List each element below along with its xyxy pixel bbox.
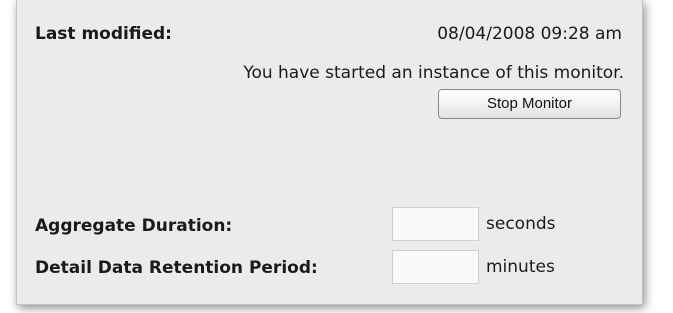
detail-retention-unit: minutes: [486, 257, 555, 277]
last-modified-value: 08/04/2008 09:28 am: [437, 24, 622, 44]
aggregate-duration-label: Aggregate Duration:: [35, 216, 233, 236]
detail-retention-label: Detail Data Retention Period:: [35, 258, 318, 278]
aggregate-duration-input[interactable]: [392, 207, 479, 241]
monitor-status-message: You have started an instance of this mon…: [243, 63, 624, 83]
monitor-settings-panel: Last modified: 08/04/2008 09:28 am You h…: [16, 0, 643, 305]
stop-monitor-button[interactable]: Stop Monitor: [438, 89, 621, 119]
last-modified-label: Last modified:: [35, 24, 172, 44]
detail-retention-input[interactable]: [392, 250, 479, 284]
aggregate-duration-unit: seconds: [486, 214, 556, 234]
screenshot-stage: Last modified: 08/04/2008 09:28 am You h…: [0, 0, 673, 313]
